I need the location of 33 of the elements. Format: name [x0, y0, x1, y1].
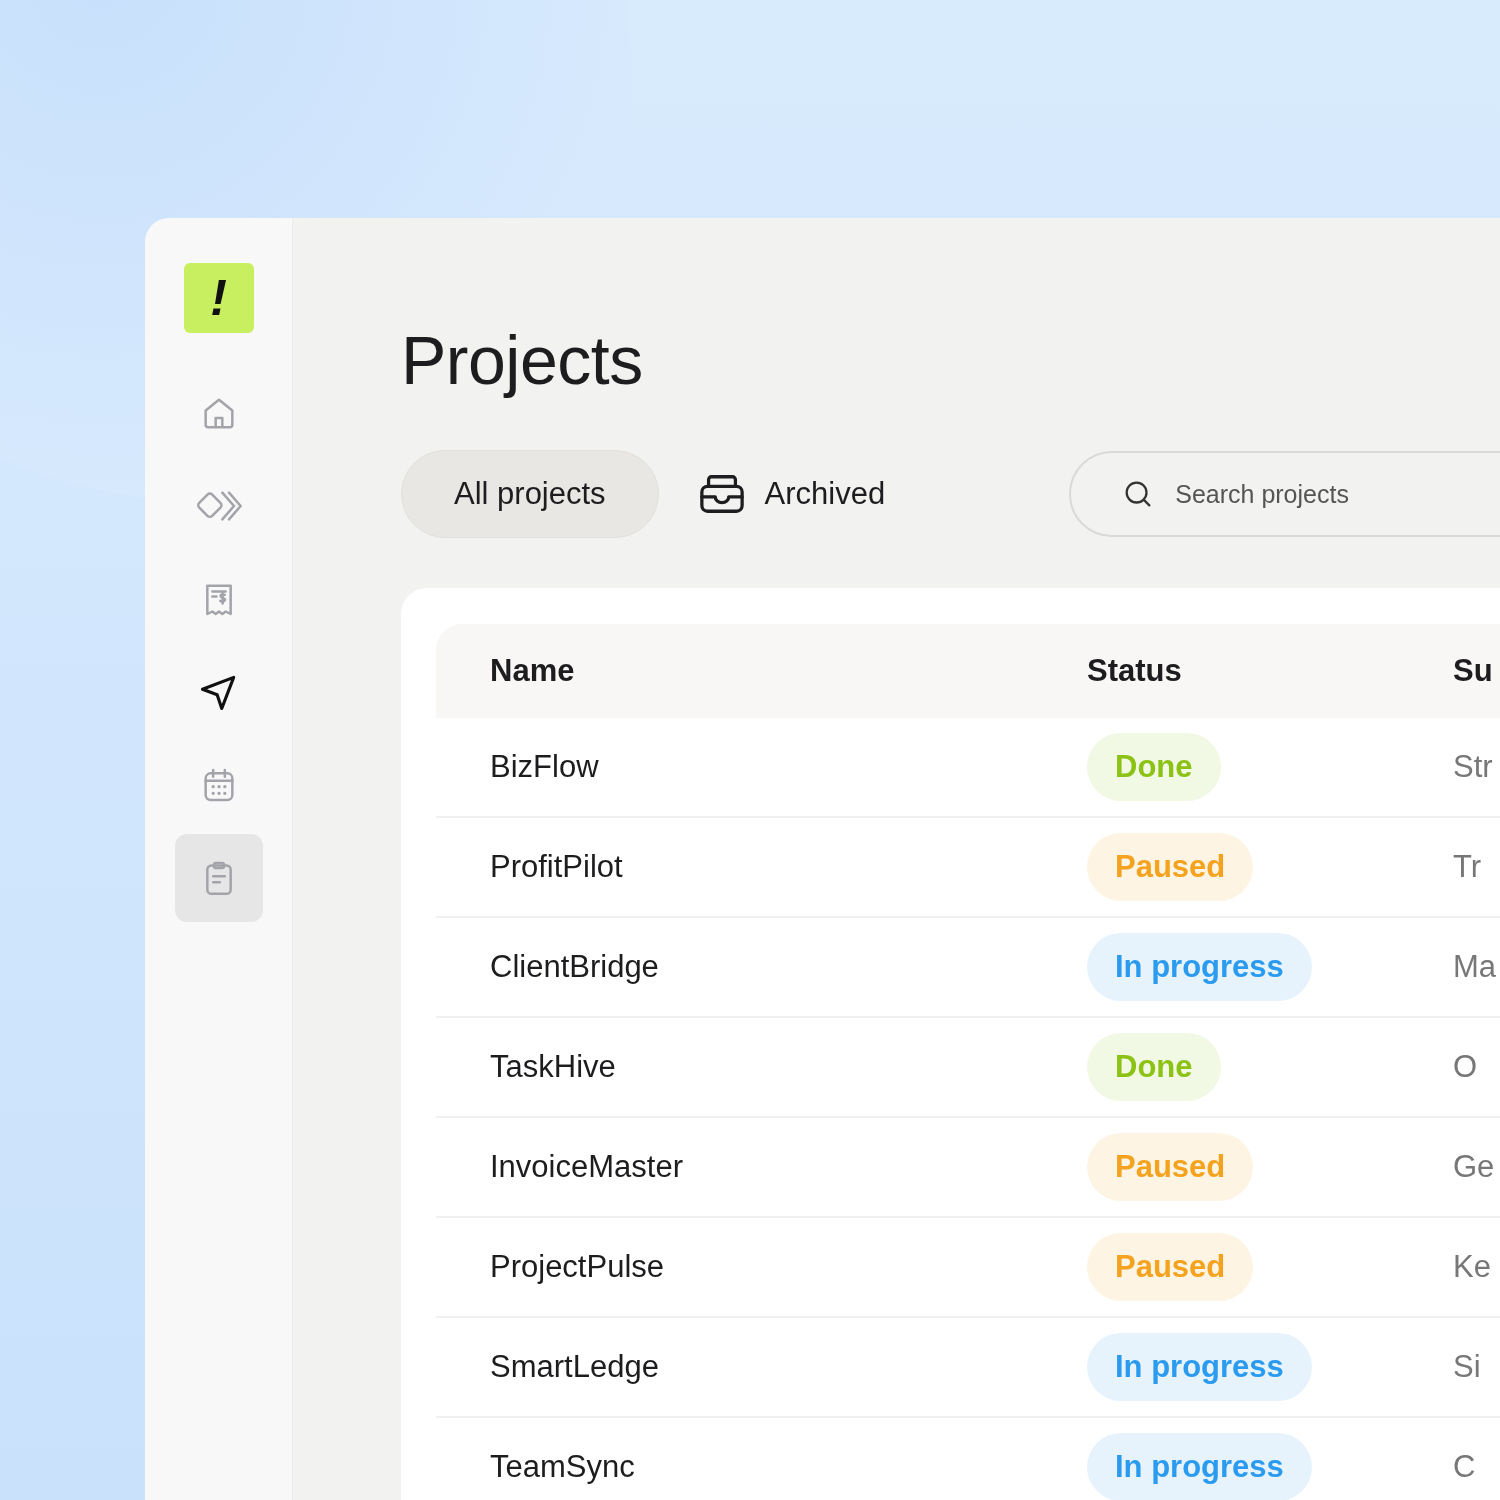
column-header: Status: [1087, 653, 1183, 689]
nav-clipboard-button[interactable]: [174, 834, 263, 922]
status-badge: In progress: [1087, 933, 1312, 1001]
table-cell: Si: [1453, 1349, 1481, 1385]
status-badge: In progress: [1087, 1433, 1312, 1500]
filter-tab[interactable]: Archived: [696, 450, 886, 538]
project-name: SmartLedge: [489, 1349, 660, 1385]
project-name: TaskHive: [489, 1049, 617, 1085]
project-name: BizFlow: [489, 749, 600, 785]
project-name: ProfitPilot: [489, 849, 624, 885]
project-name: ProjectPulse: [489, 1249, 666, 1285]
table-cell: Ma: [1453, 949, 1497, 985]
status-badge: Done: [1087, 733, 1221, 801]
table-cell: O: [1453, 1049, 1478, 1085]
page-title: Projects: [401, 321, 644, 400]
status-badge: Paused: [1087, 833, 1254, 901]
table-cell: Tr: [1453, 849, 1482, 885]
status-badge: Paused: [1087, 1233, 1254, 1301]
filter-tab[interactable]: All projects: [401, 450, 659, 538]
project-name: ClientBridge: [489, 949, 660, 985]
table-cell: C: [1453, 1449, 1476, 1485]
table-cell: Ke: [1453, 1249, 1491, 1285]
status-badge: Paused: [1087, 1133, 1254, 1201]
status-badge: Done: [1087, 1033, 1221, 1101]
project-name: TeamSync: [489, 1449, 636, 1485]
table-cell: Ge: [1453, 1149, 1495, 1185]
column-header: Su: [1453, 653, 1493, 689]
logo[interactable]: !: [183, 263, 254, 333]
status-badge: In progress: [1087, 1333, 1312, 1401]
column-header: Name: [489, 653, 576, 689]
search-field[interactable]: Search projects: [1069, 451, 1500, 537]
project-name: InvoiceMaster: [489, 1149, 684, 1185]
table-cell: Str: [1453, 749, 1493, 785]
